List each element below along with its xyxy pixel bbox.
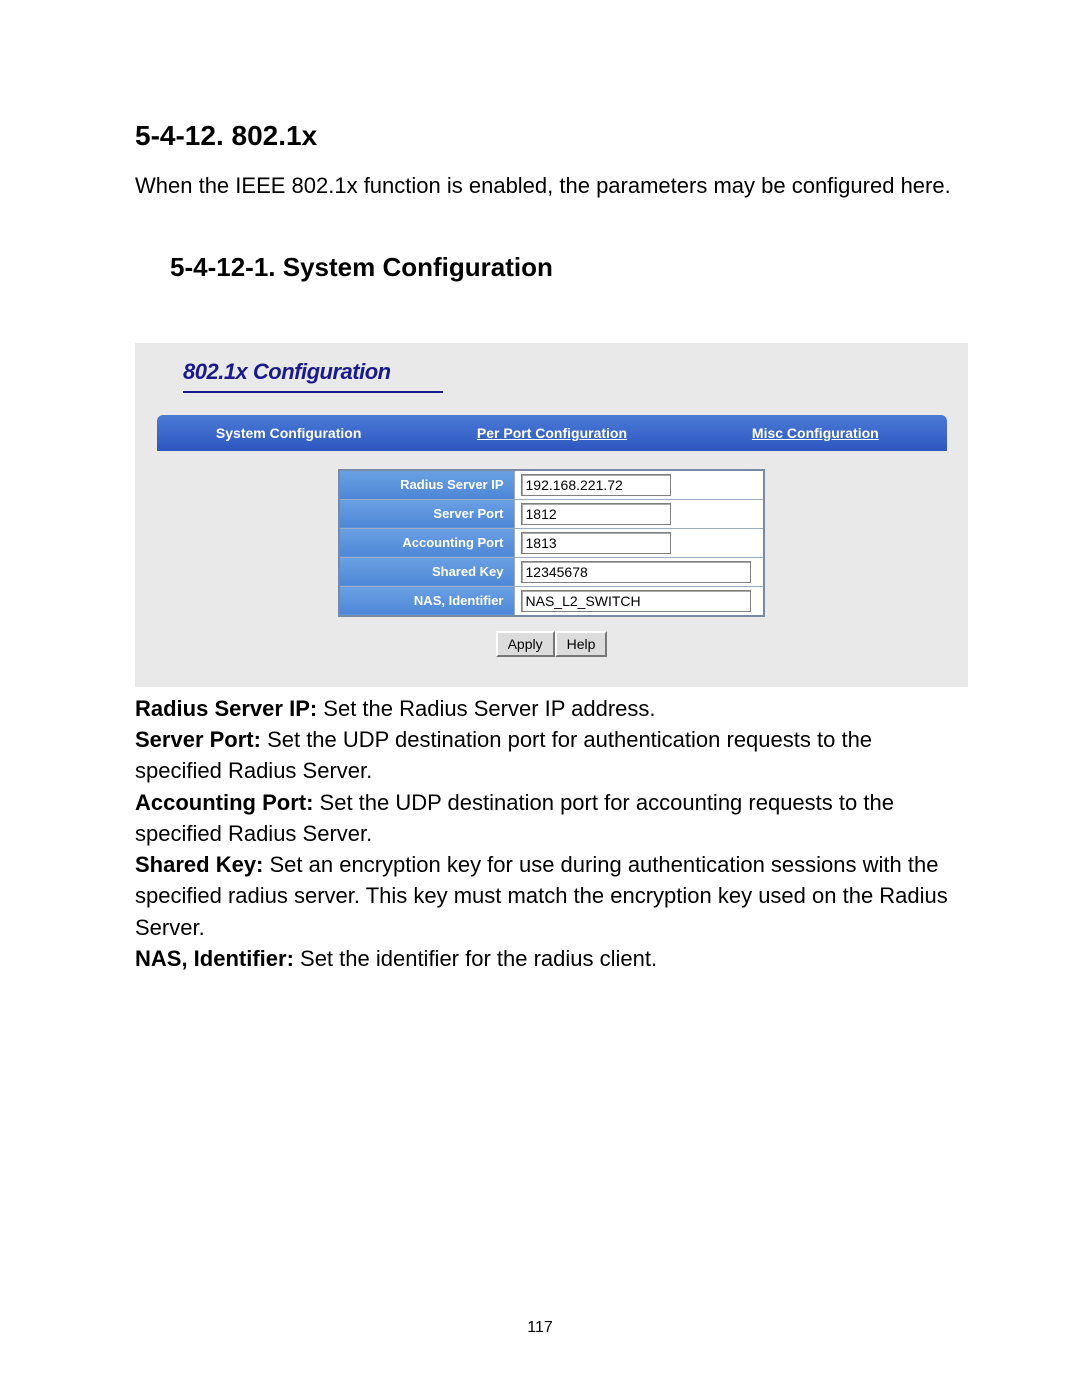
nas-identifier-label: NAS, Identifier xyxy=(339,586,514,616)
page-number: 117 xyxy=(0,1319,1080,1337)
desc-radius-ip-text: Set the Radius Server IP address. xyxy=(317,696,655,721)
subsection-heading: 5-4-12-1. System Configuration xyxy=(135,252,955,283)
config-form-table: Radius Server IP Server Port Accounting … xyxy=(338,469,765,617)
desc-server-port-label: Server Port: xyxy=(135,727,261,752)
help-button[interactable]: Help xyxy=(555,631,608,657)
desc-radius-ip-label: Radius Server IP: xyxy=(135,696,317,721)
section-heading: 5-4-12. 802.1x xyxy=(135,120,955,152)
desc-nas-text: Set the identifier for the radius client… xyxy=(294,946,657,971)
radius-server-ip-label: Radius Server IP xyxy=(339,470,514,500)
shared-key-label: Shared Key xyxy=(339,557,514,586)
accounting-port-label: Accounting Port xyxy=(339,528,514,557)
server-port-input[interactable] xyxy=(521,503,671,525)
nas-identifier-input[interactable] xyxy=(521,590,751,612)
config-tabs: System Configuration Per Port Configurat… xyxy=(157,415,947,451)
accounting-port-input[interactable] xyxy=(521,532,671,554)
radius-server-ip-input[interactable] xyxy=(521,474,671,496)
server-port-label: Server Port xyxy=(339,499,514,528)
desc-shared-key-label: Shared Key: xyxy=(135,852,263,877)
field-descriptions: Radius Server IP: Set the Radius Server … xyxy=(135,693,955,974)
shared-key-input[interactable] xyxy=(521,561,751,583)
panel-title: 802.1x Configuration xyxy=(183,359,443,393)
tab-per-port-configuration[interactable]: Per Port Configuration xyxy=(420,415,683,451)
tab-system-configuration[interactable]: System Configuration xyxy=(157,415,420,451)
intro-paragraph: When the IEEE 802.1x function is enabled… xyxy=(135,170,955,202)
desc-nas-label: NAS, Identifier: xyxy=(135,946,294,971)
config-panel-screenshot: 802.1x Configuration System Configuratio… xyxy=(135,343,968,687)
tab-misc-configuration[interactable]: Misc Configuration xyxy=(684,415,947,451)
desc-accounting-port-label: Accounting Port: xyxy=(135,790,313,815)
apply-button[interactable]: Apply xyxy=(496,631,555,657)
